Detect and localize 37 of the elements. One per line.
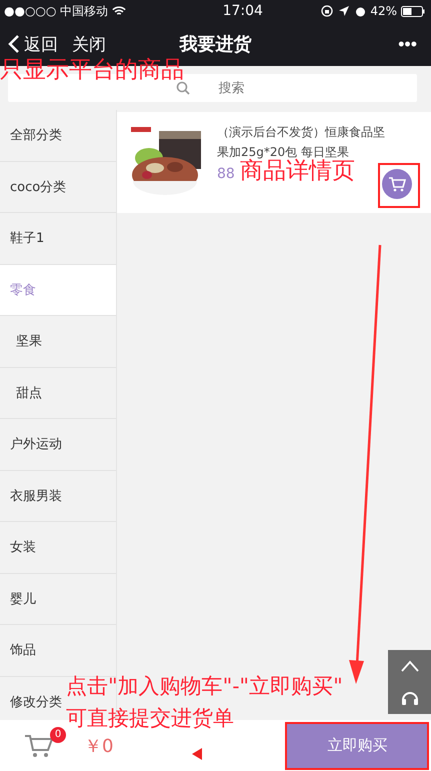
chevron-up-icon: [400, 660, 420, 672]
add-to-cart-button[interactable]: [382, 169, 412, 199]
cart-icon: [388, 176, 406, 192]
subcategory-item[interactable]: 坚果: [0, 328, 42, 354]
product-price: 88: [217, 166, 235, 182]
clock-time: 17:04: [222, 3, 264, 19]
search-icon: [176, 81, 190, 95]
cart-total: ￥0: [84, 734, 114, 758]
category-item[interactable]: 全部分类: [0, 122, 62, 148]
annotation-text: 商品详情页: [240, 158, 355, 186]
category-item[interactable]: 婴儿: [0, 586, 36, 612]
category-item[interactable]: 修改分类: [0, 688, 62, 715]
category-item[interactable]: 鞋子1: [0, 225, 44, 252]
cart-icon[interactable]: [24, 732, 54, 758]
triangle-marker: [192, 748, 202, 760]
page-title: 我要进货: [180, 33, 252, 56]
category-item[interactable]: 女装: [0, 534, 36, 560]
category-item[interactable]: 衣服男装: [0, 482, 62, 509]
back-button[interactable]: 返回: [0, 32, 58, 56]
category-item[interactable]: 饰品: [0, 637, 36, 664]
annotation-text: 可直接提交进货单: [66, 705, 234, 732]
battery-icon: [401, 6, 425, 16]
battery-percent: 42%: [370, 4, 397, 18]
wifi-icon: [112, 6, 126, 16]
highlight-frame: [378, 163, 420, 208]
category-item[interactable]: coco分类: [0, 174, 66, 200]
chevron-left-icon: [8, 34, 20, 54]
annotation-text: 点击"加入购物车"-"立即购买": [66, 673, 343, 700]
more-button[interactable]: •••: [392, 32, 431, 56]
close-button[interactable]: 关闭: [58, 32, 106, 56]
subcategory-item[interactable]: 甜点: [0, 380, 42, 406]
category-item[interactable]: 户外运动: [0, 431, 62, 458]
cart-count-badge: 0: [50, 726, 66, 742]
location-icon: [339, 6, 350, 16]
lock-rotation-icon: [321, 5, 334, 17]
carrier-name: ●●○○○ 中国移动: [4, 2, 108, 20]
product-title: （演示后台不发货）恒康食品坚果加25g*20包 每日坚果: [217, 124, 386, 159]
